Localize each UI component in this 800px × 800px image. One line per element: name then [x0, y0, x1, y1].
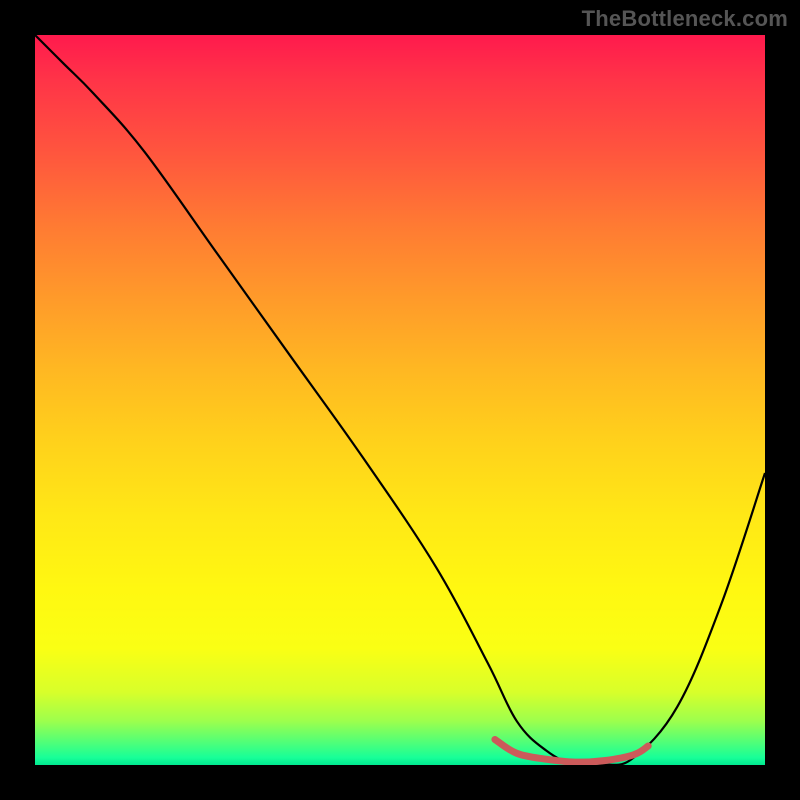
watermark-text: TheBottleneck.com: [582, 6, 788, 32]
curve-svg: [35, 35, 765, 765]
highlight-valley-path: [495, 740, 648, 763]
bottleneck-curve-path: [35, 35, 765, 765]
plot-area: [35, 35, 765, 765]
chart-frame: TheBottleneck.com: [0, 0, 800, 800]
